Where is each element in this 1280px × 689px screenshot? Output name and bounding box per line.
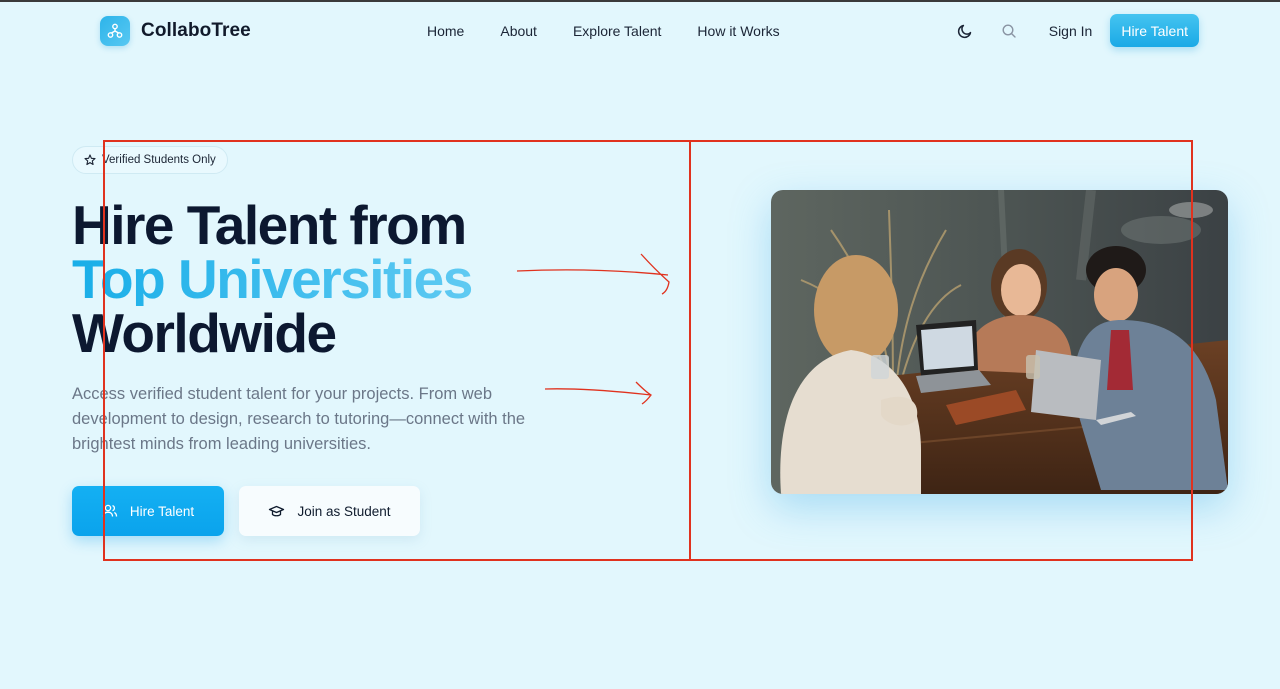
nav-link-explore-talent[interactable]: Explore Talent	[573, 23, 661, 39]
graduation-cap-icon	[269, 505, 285, 516]
nav-link-how-it-works[interactable]: How it Works	[697, 23, 779, 39]
annotation-arrow-bottom	[544, 381, 652, 405]
hero-title: Hire Talent from Top Universities Worldw…	[72, 194, 473, 364]
hero-photo	[771, 190, 1228, 494]
annotation-arrow-top	[516, 253, 670, 295]
main-nav: Home About Explore Talent How it Works	[427, 23, 780, 39]
hero-subtitle: Access verified student talent for your …	[72, 385, 526, 453]
join-as-student-button[interactable]: Join as Student	[239, 486, 420, 536]
top-navbar: CollaboTree Home About Explore Talent Ho…	[0, 2, 1280, 62]
search-icon[interactable]	[995, 17, 1023, 45]
users-icon	[102, 504, 117, 517]
hero-title-accent: Top Universities	[72, 248, 473, 310]
brand-name: CollaboTree	[141, 20, 251, 41]
brand[interactable]: CollaboTree	[100, 16, 251, 46]
nav-actions: Sign In Hire Talent	[951, 14, 1199, 47]
logo-icon	[100, 16, 130, 46]
nav-link-home[interactable]: Home	[427, 23, 464, 39]
hire-talent-nav-button[interactable]: Hire Talent	[1110, 14, 1199, 47]
moon-icon[interactable]	[951, 17, 979, 45]
hero-title-line-3: Worldwide	[72, 302, 337, 364]
badge-label: Verified Students Only	[102, 154, 216, 166]
nav-link-about[interactable]: About	[500, 23, 537, 39]
hero-title-line-1: Hire Talent from	[72, 194, 467, 256]
verified-badge: Verified Students Only	[72, 146, 228, 174]
hire-talent-button[interactable]: Hire Talent	[72, 486, 224, 536]
hire-talent-button-label: Hire Talent	[129, 503, 195, 519]
hero-cta-row: Hire Talent Join as Student	[72, 486, 420, 536]
sign-in-link[interactable]: Sign In	[1049, 23, 1093, 39]
join-as-student-label: Join as Student	[297, 503, 391, 519]
star-icon	[84, 154, 96, 166]
